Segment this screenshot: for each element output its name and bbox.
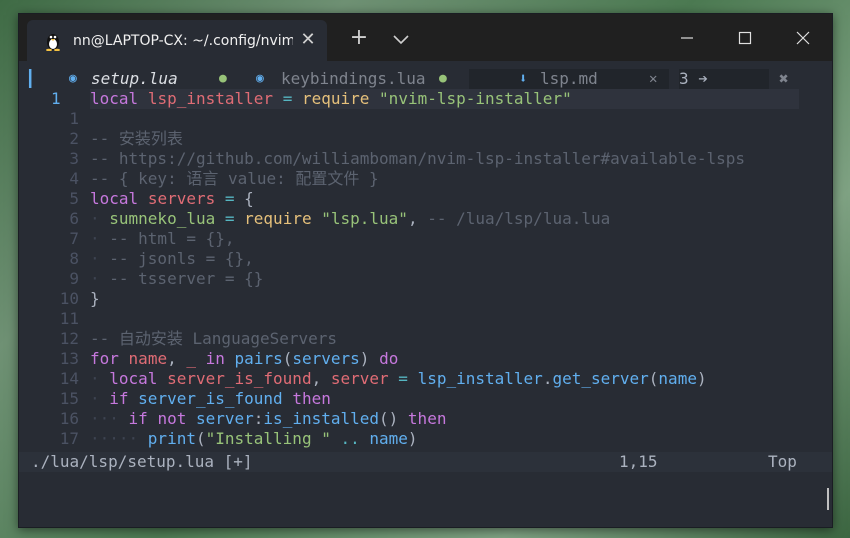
markdown-file-icon: ⬇ [519, 71, 528, 87]
maximize-button[interactable] [717, 14, 773, 61]
line-text[interactable]: local lsp_installer = require "nvim-lsp-… [90, 89, 572, 109]
code-line[interactable]: 4 -- { key: 语言 value: 配置文件 } [19, 169, 832, 189]
close-tab-icon[interactable]: ✕ [299, 31, 317, 49]
code-area[interactable]: 1 local lsp_installer = require "nvim-lsp… [19, 89, 832, 449]
code-line[interactable]: 5 local servers = { [19, 189, 832, 209]
code-line[interactable]: 9 · -- tsserver = {} [19, 269, 832, 289]
linux-penguin-icon [46, 33, 60, 51]
minimize-button[interactable] [659, 14, 715, 61]
buffer-tab-lsp-md[interactable]: lsp.md [540, 69, 598, 89]
code-line[interactable]: 2 -- 安装列表 [19, 129, 832, 149]
line-number: 12 [59, 329, 79, 348]
status-file-path: ./lua/lsp/setup.lua [+] [31, 452, 253, 471]
line-number: 11 [59, 309, 79, 328]
line-text[interactable]: -- { key: 语言 value: 配置文件 } [90, 169, 379, 189]
line-text[interactable]: · local server_is_found, server = lsp_in… [90, 369, 707, 389]
line-text[interactable]: } [90, 289, 100, 309]
modified-indicator: ● [439, 71, 447, 86]
line-text[interactable]: ····· print("Installing " .. name) [90, 429, 418, 449]
line-text[interactable]: -- https://github.com/williamboman/nvim-… [90, 149, 745, 169]
code-line[interactable]: 1 local lsp_installer = require "nvim-lsp… [19, 89, 832, 109]
line-number: 2 [69, 129, 79, 148]
line-number: 1 [69, 109, 79, 128]
line-number: 9 [69, 269, 79, 288]
code-line[interactable]: 14 · local server_is_found, server = lsp_… [19, 369, 832, 389]
code-line[interactable]: 15 · if server_is_found then [19, 389, 832, 409]
active-buffer-indicator: ▎ [29, 69, 39, 88]
terminal-tab[interactable]: nn@LAPTOP-CX: ~/.config/nvim ✕ [27, 20, 327, 61]
line-number: 14 [59, 369, 79, 388]
code-line[interactable]: 7 · -- html = {}, [19, 229, 832, 249]
terminal-window: nn@LAPTOP-CX: ~/.config/nvim ✕ + ▎ ◉ set… [18, 13, 833, 528]
code-line[interactable]: 10} [19, 289, 832, 309]
line-number: 6 [69, 209, 79, 228]
buffer-count: 3 ➔ [679, 69, 769, 89]
line-text[interactable]: · sumneko_lua = require "lsp.lua", -- /l… [90, 209, 610, 229]
cursor-position: 1,15 [619, 452, 658, 471]
code-line[interactable]: 13 for name, _ in pairs(servers) do [19, 349, 832, 369]
line-number: 10 [59, 289, 79, 308]
code-line[interactable]: 3 -- https://github.com/williamboman/nvim… [19, 149, 832, 169]
line-number: 8 [69, 249, 79, 268]
line-text[interactable]: · -- jsonls = {}, [90, 249, 254, 269]
nvim-editor[interactable]: ▎ ◉ setup.lua ● ◉ keybindings.lua ● ⬇ ls… [19, 61, 832, 527]
bufferline: ▎ ◉ setup.lua ● ◉ keybindings.lua ● ⬇ ls… [19, 69, 832, 89]
line-text[interactable]: · -- tsserver = {} [90, 269, 263, 289]
code-line[interactable]: 6 · sumneko_lua = require "lsp.lua", -- /… [19, 209, 832, 229]
chevron-down-icon[interactable] [392, 32, 410, 46]
code-line[interactable]: 12 -- 自动安装 LanguageServers [19, 329, 832, 349]
title-bar: nn@LAPTOP-CX: ~/.config/nvim ✕ + [19, 14, 832, 61]
line-number: 13 [59, 349, 79, 368]
code-line[interactable]: 17 ····· print("Installing " .. name) [19, 429, 832, 449]
close-buffer-icon[interactable]: ✕ [649, 69, 657, 89]
tab-title: nn@LAPTOP-CX: ~/.config/nvim [73, 32, 293, 49]
line-number: 15 [59, 389, 79, 408]
line-text[interactable]: ··· if not server:is_installed() then [90, 409, 446, 429]
line-text[interactable]: -- 安装列表 [90, 129, 183, 149]
line-number: 7 [69, 229, 79, 248]
code-line[interactable]: 1 [19, 109, 832, 129]
line-number: 17 [59, 429, 79, 448]
lua-file-icon: ◉ [256, 71, 264, 86]
status-line: ./lua/lsp/setup.lua [+] 1,15 Top [19, 452, 832, 472]
line-number: 16 [59, 409, 79, 428]
new-tab-icon[interactable]: + [349, 27, 369, 49]
line-text[interactable]: · -- html = {}, [90, 229, 235, 249]
arrow-right-icon[interactable]: ➔ [698, 69, 708, 88]
line-text[interactable]: · if server_is_found then [90, 389, 331, 409]
close-window-button[interactable] [775, 14, 831, 61]
code-line[interactable]: 8 · -- jsonls = {}, [19, 249, 832, 269]
line-text[interactable]: local servers = { [90, 189, 254, 209]
code-line[interactable]: 16 ··· if not server:is_installed() then [19, 409, 832, 429]
line-text[interactable]: -- 自动安装 LanguageServers [90, 329, 337, 349]
buffer-tab-keybindings[interactable]: keybindings.lua [281, 69, 426, 89]
line-text[interactable]: for name, _ in pairs(servers) do [90, 349, 398, 369]
command-line-cursor [827, 488, 829, 510]
lua-file-icon: ◉ [69, 71, 77, 86]
line-number: 4 [69, 169, 79, 188]
scroll-position: Top [768, 452, 797, 471]
buffer-count-value: 3 [679, 69, 689, 88]
close-all-icon[interactable]: ✖ [779, 69, 789, 89]
line-number: 3 [69, 149, 79, 168]
modified-indicator: ● [219, 71, 227, 86]
code-line[interactable]: 11 [19, 309, 832, 329]
buffer-tab-setup[interactable]: setup.lua [91, 69, 178, 89]
line-number: 5 [69, 189, 79, 208]
